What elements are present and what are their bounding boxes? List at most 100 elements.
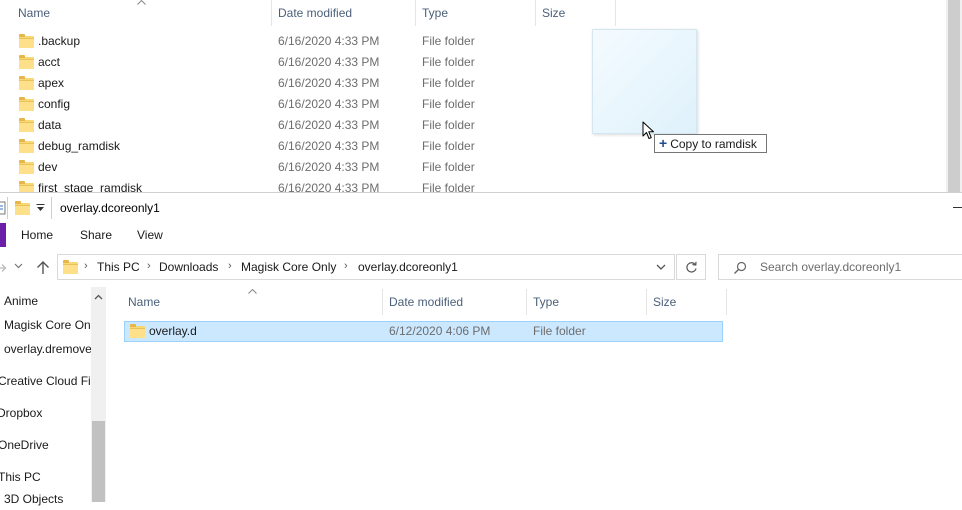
file-name: data — [38, 118, 62, 132]
file-type: File folder — [422, 160, 475, 174]
breadcrumb-chevron-icon[interactable]: › — [147, 254, 151, 280]
search-icon — [733, 261, 747, 275]
column-header-size[interactable]: Size — [536, 0, 615, 26]
refresh-icon — [685, 261, 698, 274]
file-name: apex — [38, 76, 65, 90]
file-date: 6/16/2020 4:33 PM — [278, 97, 380, 111]
column-header-name[interactable]: Name — [128, 289, 160, 315]
folder-icon — [63, 260, 78, 274]
mouse-cursor-icon — [642, 121, 656, 141]
column-header-type[interactable]: Type — [533, 289, 559, 315]
column-header-name-label: Name — [18, 6, 51, 20]
breadcrumb-downloads[interactable]: Downloads — [159, 254, 218, 280]
file-name: acct — [38, 55, 61, 69]
file-type: File folder — [422, 34, 475, 48]
table-row[interactable]: config 6/16/2020 4:33 PM File folder — [0, 94, 946, 115]
tab-share[interactable]: Share — [80, 223, 112, 247]
file-name: .backup — [38, 34, 81, 48]
nav-item-dropbox[interactable]: Dropbox — [0, 402, 42, 424]
table-row[interactable]: .backup 6/16/2020 4:33 PM File folder — [0, 31, 946, 52]
nav-item-magisk-core-only[interactable]: Magisk Core On — [4, 314, 91, 336]
background-explorer-window: Name Date modified Type Size .backup 6/1… — [0, 0, 962, 192]
file-type: File folder — [422, 139, 475, 153]
up-arrow-icon[interactable] — [36, 260, 50, 275]
explorer-window: overlay.dcoreonly1 Home Share View › Thi… — [0, 192, 962, 506]
nav-item-onedrive[interactable]: OneDrive — [0, 434, 49, 456]
breadcrumb-chevron-icon[interactable]: › — [84, 254, 88, 280]
column-header-size[interactable]: Size — [653, 289, 676, 315]
file-name: dev — [38, 160, 58, 174]
breadcrumb-this-pc[interactable]: This PC — [97, 254, 140, 280]
folder-icon — [19, 181, 34, 192]
column-header-date-label: Date modified — [278, 6, 353, 20]
folder-icon — [19, 55, 34, 69]
folder-icon — [19, 76, 34, 90]
file-type: File folder — [422, 76, 475, 90]
refresh-button[interactable] — [676, 254, 706, 280]
file-tab[interactable] — [0, 223, 6, 247]
sort-ascending-icon — [137, 0, 146, 5]
file-type: File folder — [422, 118, 475, 132]
nav-item-overlay-dremove[interactable]: overlay.dremove — [4, 338, 92, 360]
column-header-size-label: Size — [542, 6, 566, 20]
folder-icon — [19, 97, 34, 111]
scrollbar-thumb[interactable] — [92, 421, 105, 502]
file-date: 6/16/2020 4:33 PM — [278, 34, 380, 48]
forward-arrow-icon[interactable] — [0, 262, 7, 274]
file-name[interactable]: overlay.d — [149, 321, 197, 342]
drag-tooltip: + Copy to ramdisk — [654, 134, 767, 153]
file-date: 6/12/2020 4:06 PM — [389, 324, 491, 338]
nav-item-creative-cloud-files[interactable]: Creative Cloud Fil — [0, 370, 93, 392]
table-row[interactable]: dev 6/16/2020 4:33 PM File folder — [0, 157, 946, 178]
scroll-up-arrow-icon[interactable] — [94, 294, 103, 300]
folder-icon — [19, 118, 34, 132]
folder-icon — [19, 34, 34, 48]
address-dropdown-icon[interactable] — [656, 264, 666, 270]
recent-locations-icon[interactable] — [14, 263, 23, 269]
window-title: overlay.dcoreonly1 — [60, 201, 160, 215]
drag-preview — [592, 29, 697, 134]
file-type: File folder — [533, 324, 586, 338]
search-input[interactable]: Search overlay.dcoreonly1 — [718, 254, 962, 280]
table-row[interactable]: acct 6/16/2020 4:33 PM File folder — [0, 52, 946, 73]
file-date: 6/16/2020 4:33 PM — [278, 76, 380, 90]
quick-access-dropdown-icon[interactable] — [36, 204, 45, 212]
breadcrumb-overlay-dcoreonly1[interactable]: overlay.dcoreonly1 — [358, 254, 458, 280]
file-date: 6/16/2020 4:33 PM — [278, 139, 380, 153]
nav-item-3d-objects[interactable]: 3D Objects — [4, 488, 63, 510]
column-header-date[interactable]: Date modified — [272, 0, 415, 26]
breadcrumb-magisk-core-only[interactable]: Magisk Core Only — [241, 254, 336, 280]
folder-icon — [19, 160, 34, 174]
folder-icon[interactable] — [15, 201, 30, 215]
search-placeholder: Search overlay.dcoreonly1 — [760, 260, 902, 274]
file-date: 6/16/2020 4:33 PM — [278, 118, 380, 132]
scrollbar-thumb[interactable] — [948, 0, 960, 192]
folder-icon — [19, 139, 34, 153]
sort-ascending-icon — [248, 289, 257, 294]
breadcrumb-chevron-icon[interactable]: › — [228, 254, 232, 280]
table-row[interactable]: debug_ramdisk 6/16/2020 4:33 PM File fol… — [0, 136, 946, 157]
title-bar[interactable]: overlay.dcoreonly1 — [0, 193, 962, 223]
file-date: 6/16/2020 4:33 PM — [278, 55, 380, 69]
column-header-type[interactable]: Type — [416, 0, 535, 26]
properties-icon[interactable] — [0, 201, 6, 215]
nav-item-this-pc[interactable]: This PC — [0, 466, 41, 488]
tab-view[interactable]: View — [137, 223, 163, 247]
file-name: config — [38, 97, 71, 111]
file-name: debug_ramdisk — [38, 139, 121, 153]
table-row[interactable]: apex 6/16/2020 4:33 PM File folder — [0, 73, 946, 94]
file-type: File folder — [422, 55, 475, 69]
minimize-icon[interactable] — [953, 207, 962, 208]
drag-tooltip-label: Copy to ramdisk — [670, 137, 757, 151]
folder-icon — [130, 324, 145, 338]
table-row[interactable]: first_stage_ramdisk 6/16/2020 4:33 PM Fi… — [0, 178, 946, 192]
tab-home[interactable]: Home — [21, 223, 53, 247]
nav-item-anime[interactable]: Anime — [4, 290, 38, 312]
column-header-date[interactable]: Date modified — [389, 289, 463, 315]
file-name: first_stage_ramdisk — [38, 181, 143, 192]
column-header-type-label: Type — [422, 6, 449, 20]
table-row[interactable]: data 6/16/2020 4:33 PM File folder — [0, 115, 946, 136]
breadcrumb-chevron-icon[interactable]: › — [344, 254, 348, 280]
plus-icon: + — [659, 135, 668, 151]
file-type: File folder — [422, 97, 475, 111]
